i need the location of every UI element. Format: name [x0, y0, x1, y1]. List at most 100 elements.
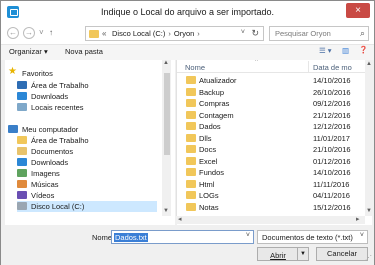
file-row[interactable]: Excel 01/12/2016: [177, 156, 364, 167]
pictures-icon: [17, 169, 27, 177]
search-icon[interactable]: ⌕: [360, 28, 365, 39]
column-header-name[interactable]: Nome: [185, 63, 205, 72]
up-button[interactable]: ↑: [49, 28, 53, 37]
nav-pane-scroll-thumb[interactable]: [164, 73, 170, 155]
desktop-icon: [17, 81, 27, 89]
help-icon[interactable]: ❓: [359, 46, 368, 54]
column-header-date[interactable]: Data de mo: [313, 63, 352, 72]
nav-item-pc-documents[interactable]: Documentos: [17, 146, 157, 157]
scroll-left-icon[interactable]: ◂: [178, 215, 182, 223]
breadcrumb-item-oryon[interactable]: Oryon: [174, 29, 194, 38]
nav-item-fav-desktop[interactable]: Área de Trabalho: [17, 80, 157, 91]
file-date: 14/10/2016: [313, 76, 351, 85]
file-name: Notas: [199, 202, 219, 212]
file-row[interactable]: Docs 21/10/2016: [177, 144, 364, 155]
file-row[interactable]: Dlls 11/01/2017: [177, 133, 364, 144]
open-options-icon[interactable]: ▼: [297, 248, 308, 260]
drive-icon: [17, 202, 27, 210]
nav-favorites-header[interactable]: ★ Favoritos: [8, 66, 158, 79]
preview-pane-icon[interactable]: ▥: [342, 46, 349, 55]
folder-icon: [186, 168, 196, 176]
back-button[interactable]: ←: [7, 27, 19, 39]
sort-ascending-icon: ^: [255, 60, 258, 65]
music-icon: [17, 180, 27, 188]
folder-icon: [186, 99, 196, 107]
file-row[interactable]: Atualizador 14/10/2016: [177, 75, 364, 86]
nav-item-pc-downloads[interactable]: Downloads: [17, 157, 157, 168]
file-name: Fundos: [199, 168, 225, 177]
chevron-down-icon[interactable]: ˅: [360, 232, 364, 239]
scroll-right-icon[interactable]: ▸: [356, 215, 360, 223]
scroll-down-icon[interactable]: ▼: [366, 208, 372, 214]
folder-icon: [186, 156, 196, 165]
search-placeholder: Pesquisar Oryon: [275, 29, 331, 38]
recent-locations-chevron-icon[interactable]: ˅: [39, 28, 44, 37]
folder-icon: [186, 110, 196, 119]
search-input[interactable]: Pesquisar Oryon ⌕: [269, 26, 369, 41]
file-row[interactable]: Fundos 14/10/2016: [177, 167, 364, 178]
navigation-bar: ← → ˅ ↑ « Disco Local (C:) › Oryon › ˅ ↻ Pe…: [1, 23, 374, 45]
star-icon: ★: [8, 66, 17, 77]
folder-icon: [186, 122, 196, 130]
folder-icon: [186, 76, 196, 84]
folder-icon: [186, 145, 196, 153]
file-list-scrollbar[interactable]: [365, 60, 373, 216]
nav-item-pc-videos[interactable]: Vídeos: [17, 190, 157, 201]
file-name: LOGs: [199, 191, 219, 200]
nav-item-fav-recent[interactable]: Locais recentes: [17, 102, 157, 113]
horizontal-scrollbar[interactable]: [177, 216, 365, 224]
scroll-down-icon[interactable]: ▼: [163, 208, 169, 214]
filetype-select[interactable]: Documentos de texto (*.txt) ˅: [257, 230, 368, 244]
column-headers: ^ Nome Data de mo: [177, 60, 372, 73]
chevron-down-icon[interactable]: ˅: [246, 232, 250, 239]
open-button[interactable]: Abrir ▼: [257, 247, 309, 261]
file-row[interactable]: LOGs 04/11/2016: [177, 190, 364, 201]
nav-item-pc-desktop[interactable]: Área de Trabalho: [17, 135, 157, 146]
folder-icon: [186, 179, 196, 188]
nav-item-pc-local-disk[interactable]: Disco Local (C:): [17, 201, 157, 212]
column-divider[interactable]: [308, 61, 309, 72]
file-row[interactable]: Dados 12/12/2016: [177, 121, 364, 132]
folder-icon: [186, 87, 196, 96]
file-date: 11/01/2017: [313, 133, 350, 143]
new-folder-button[interactable]: Nova pasta: [65, 47, 103, 56]
downloads-icon: [17, 158, 27, 166]
resize-grip-icon[interactable]: ⋰: [365, 254, 372, 262]
file-date: 01/12/2016: [313, 156, 351, 166]
scroll-up-icon[interactable]: ▲: [163, 60, 169, 66]
folder-icon: [186, 133, 196, 142]
nav-item-pc-music[interactable]: Músicas: [17, 179, 157, 190]
breadcrumb-item-drive[interactable]: Disco Local (C:): [112, 29, 165, 38]
file-row[interactable]: Html 11/11/2016: [177, 179, 364, 190]
file-name: Html: [199, 179, 215, 189]
file-row[interactable]: Notas 15/12/2016: [177, 202, 364, 213]
view-options-icon[interactable]: ☰ ▾: [319, 46, 332, 55]
file-name: Dlls: [199, 133, 212, 143]
nav-item-label: Músicas: [31, 180, 59, 189]
scroll-up-icon[interactable]: ▲: [366, 61, 372, 67]
file-row[interactable]: Backup 26/10/2016: [177, 87, 364, 98]
file-row[interactable]: Contagem 21/12/2016: [177, 110, 364, 121]
refresh-icon[interactable]: ↻: [251, 28, 259, 39]
file-name: Atualizador: [199, 76, 237, 85]
filetype-value: Documentos de texto (*.txt): [262, 233, 353, 242]
close-button[interactable]: ×: [346, 3, 370, 18]
nav-item-fav-downloads[interactable]: Downloads: [17, 91, 157, 102]
forward-button[interactable]: →: [23, 27, 35, 39]
documents-icon: [17, 147, 27, 155]
file-date: 26/10/2016: [313, 87, 351, 97]
filename-input[interactable]: Dados.txt ˅: [111, 230, 254, 244]
address-dropdown-icon[interactable]: ˅: [241, 29, 245, 36]
organize-button[interactable]: Organizar ▾: [9, 47, 48, 56]
address-bar[interactable]: « Disco Local (C:) › Oryon › ˅ ↻: [85, 26, 264, 41]
file-date: 04/11/2016: [313, 191, 350, 200]
nav-item-label: Locais recentes: [31, 103, 84, 112]
cancel-button[interactable]: Cancelar: [316, 247, 368, 261]
nav-item-label: Downloads: [31, 158, 69, 167]
file-row[interactable]: Compras 09/12/2016: [177, 98, 364, 109]
downloads-icon: [17, 92, 27, 100]
breadcrumb-separator: ›: [168, 29, 171, 38]
nav-computer-header[interactable]: Meu computador: [8, 124, 158, 135]
nav-item-pc-pictures[interactable]: Imagens: [17, 168, 157, 179]
file-date: 21/12/2016: [313, 110, 351, 120]
